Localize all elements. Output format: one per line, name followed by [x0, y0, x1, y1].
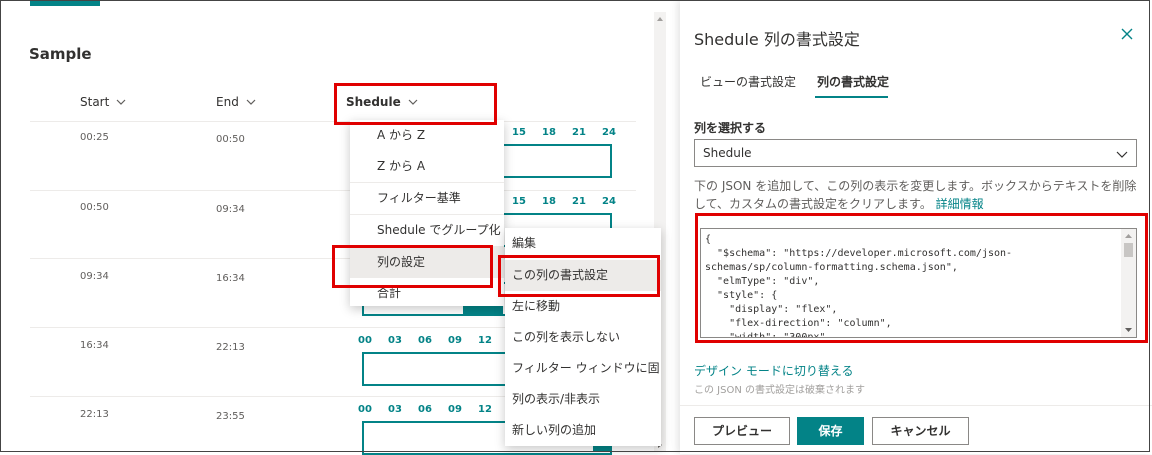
active-tab-underline [815, 96, 888, 98]
column-select-label: 列を選択する [694, 121, 767, 135]
highlight-column-settings [332, 245, 493, 288]
menu-filter-by[interactable]: フィルター基準 [350, 183, 504, 214]
submenu-add-column[interactable]: 新しい列の追加 [505, 415, 661, 446]
close-icon[interactable] [1120, 27, 1134, 41]
list-title: Sample [29, 45, 92, 63]
column-select-value: Shedule [703, 146, 752, 160]
top-accent-bar [30, 0, 100, 6]
submenu-pin-to-filter-pane[interactable]: フィルター ウィンドウに固 [505, 353, 661, 384]
switch-to-design-mode-link[interactable]: デザイン モードに切り替える [694, 362, 853, 379]
submenu-hide-column[interactable]: この列を表示しない [505, 322, 661, 353]
highlight-schedule-header [334, 83, 497, 125]
row-4-start: 16:34 [80, 340, 109, 351]
panel-title: Shedule 列の書式設定 [694, 30, 860, 49]
row-3-start: 09:34 [80, 271, 109, 282]
cancel-button[interactable]: キャンセル [872, 417, 969, 445]
schedule-hour-labels: 15 18 21 24 [512, 196, 616, 207]
discard-note: この JSON の書式設定は破棄されます [694, 385, 866, 396]
tab-column-formatting[interactable]: 列の書式設定 [817, 73, 889, 90]
row-5-end: 23:55 [216, 411, 245, 422]
chevron-down-icon [116, 99, 126, 105]
column-header-end-label: End [216, 95, 239, 109]
description-text: 下の JSON を追加して、この列の表示を変更します。ボックスからテキストを削除… [694, 179, 1137, 211]
menu-group-by[interactable]: Shedule でグループ化 [350, 215, 504, 246]
schedule-hour-labels: 15 18 21 24 [512, 127, 616, 138]
column-header-start-label: Start [80, 95, 110, 109]
highlight-format-this-column [498, 255, 660, 297]
scroll-up-arrow-icon[interactable] [654, 14, 666, 24]
save-button[interactable]: 保存 [797, 417, 864, 445]
row-1-end: 00:50 [216, 134, 245, 145]
row-4-end: 22:13 [216, 342, 245, 353]
details-link[interactable]: 詳細情報 [936, 197, 984, 211]
column-select-dropdown[interactable]: Shedule [694, 139, 1137, 167]
row-2-start: 00:50 [80, 202, 109, 213]
menu-sort-z-to-a[interactable]: Z から A [350, 151, 504, 182]
tab-view-formatting[interactable]: ビューの書式設定 [700, 73, 796, 90]
submenu-show-hide-columns[interactable]: 列の表示/非表示 [505, 384, 661, 415]
schedule-hour-labels: 00 03 06 09 12 [358, 404, 492, 415]
row-1-start: 00:25 [80, 132, 109, 143]
panel-footer-divider [680, 405, 1152, 406]
column-header-start[interactable]: Start [80, 95, 127, 109]
preview-button[interactable]: プレビュー [694, 417, 790, 445]
schedule-hour-labels: 00 03 06 09 12 [358, 335, 492, 346]
row-3-end: 16:34 [216, 273, 245, 284]
chevron-down-icon [246, 99, 256, 105]
row-divider [30, 190, 636, 191]
row-2-end: 09:34 [216, 204, 245, 215]
row-5-start: 22:13 [80, 409, 109, 420]
column-header-end[interactable]: End [216, 95, 257, 109]
row-divider [30, 121, 636, 122]
highlight-json-editor [695, 213, 1148, 343]
chevron-down-icon [1116, 151, 1128, 158]
json-description: 下の JSON を追加して、この列の表示を変更します。ボックスからテキストを削除… [694, 177, 1139, 213]
